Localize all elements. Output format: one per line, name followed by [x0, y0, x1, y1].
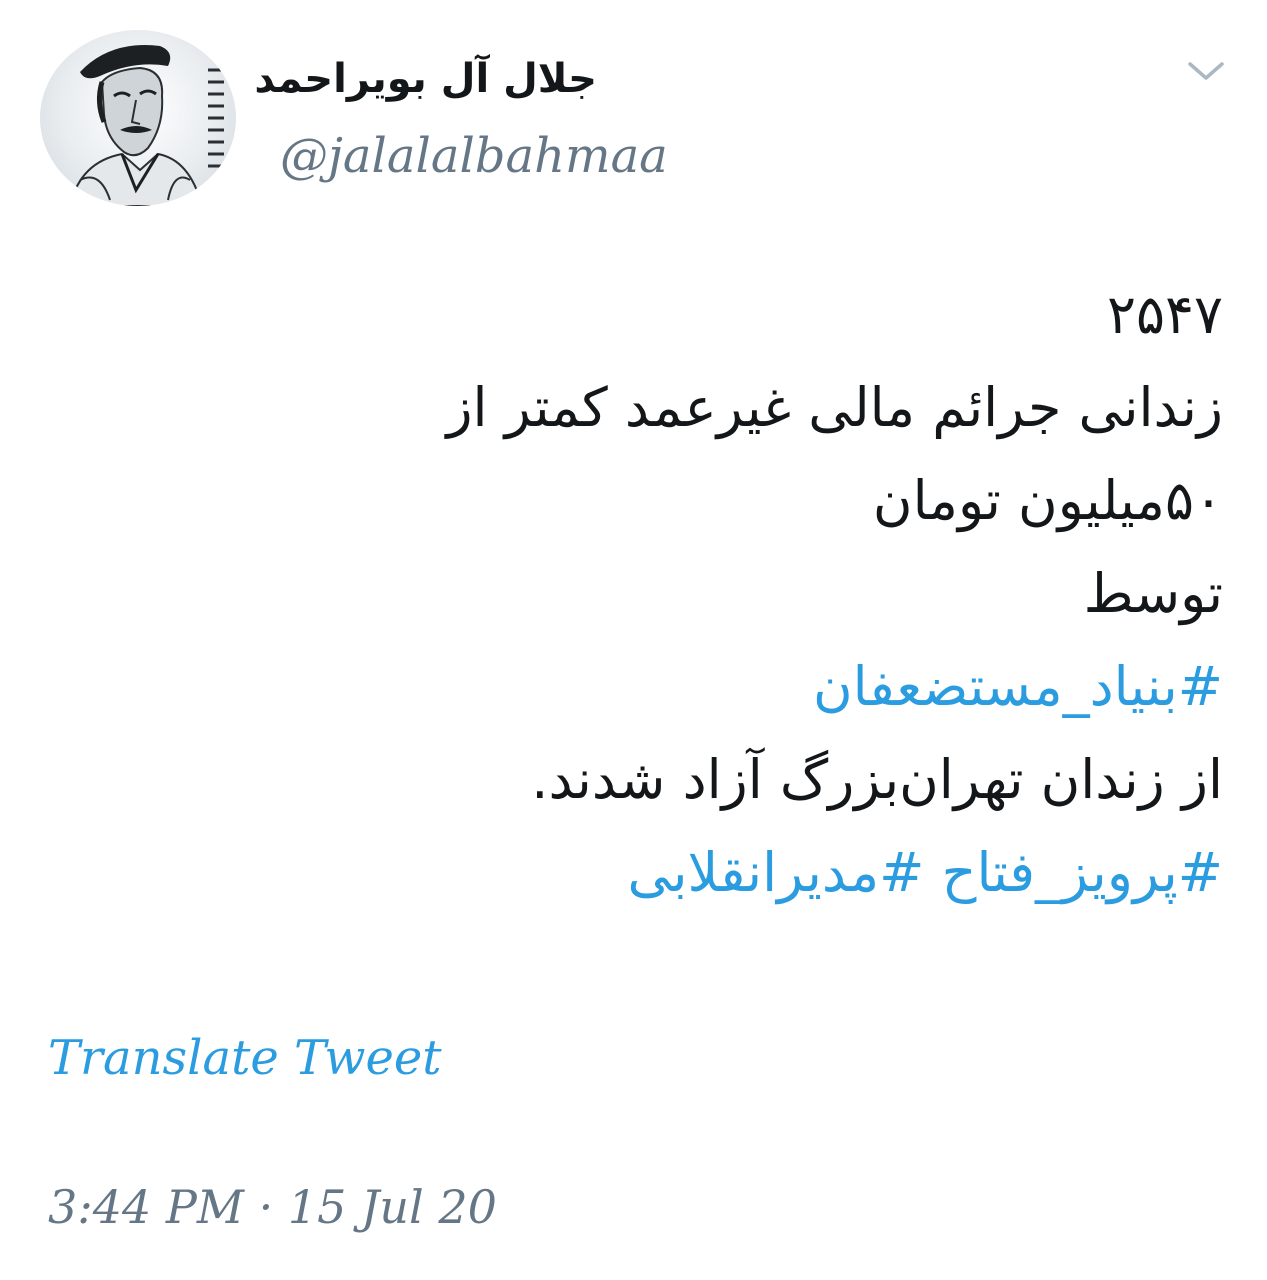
- hashtag-link[interactable]: #پرویز_فتاح #مدیرانقلابی: [43, 826, 1223, 919]
- tweet-line-text: توسط: [1083, 562, 1223, 625]
- avatar[interactable]: [40, 30, 236, 206]
- tweet-line-text: زندانی جرائم مالی غیرعمد کمتر از: [446, 376, 1223, 439]
- tweet-timestamp[interactable]: 3:44 PM · 15 Jul 20: [48, 1180, 497, 1234]
- translate-tweet-link[interactable]: Translate Tweet: [48, 1030, 442, 1086]
- tweet-text: ۲۵۴۷ زندانی جرائم مالی غیرعمد کمتر از ۵۰…: [43, 268, 1223, 919]
- tweet-line-text: از زندان تهران‌بزرگ آزاد شدند.: [531, 748, 1223, 811]
- hashtag-link[interactable]: #بنیاد_مستضعفان: [43, 640, 1223, 733]
- author-display-name[interactable]: جلال آل بویراحمد: [254, 56, 597, 102]
- author-handle[interactable]: @jalalalbahmaa: [280, 128, 668, 184]
- portrait-sketch-icon: [68, 45, 224, 206]
- tweet-line-text: ۵۰میلیون تومان: [872, 469, 1223, 532]
- chevron-down-icon[interactable]: [1186, 56, 1226, 86]
- tweet-line-count: ۲۵۴۷: [1106, 283, 1223, 346]
